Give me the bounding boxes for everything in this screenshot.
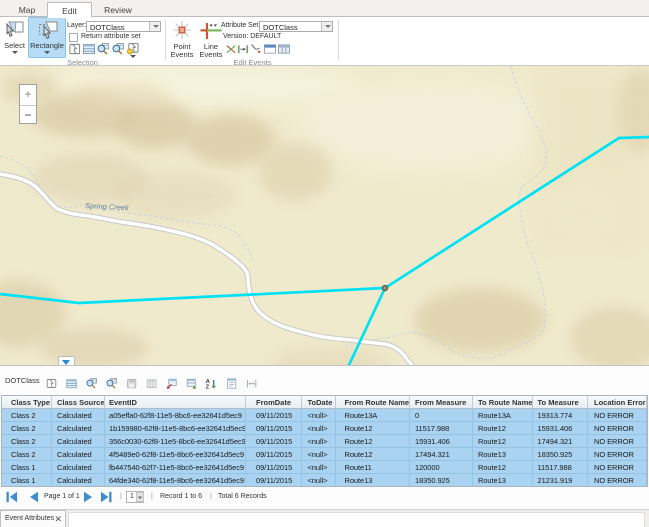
svg-text:Z: Z — [206, 385, 210, 389]
